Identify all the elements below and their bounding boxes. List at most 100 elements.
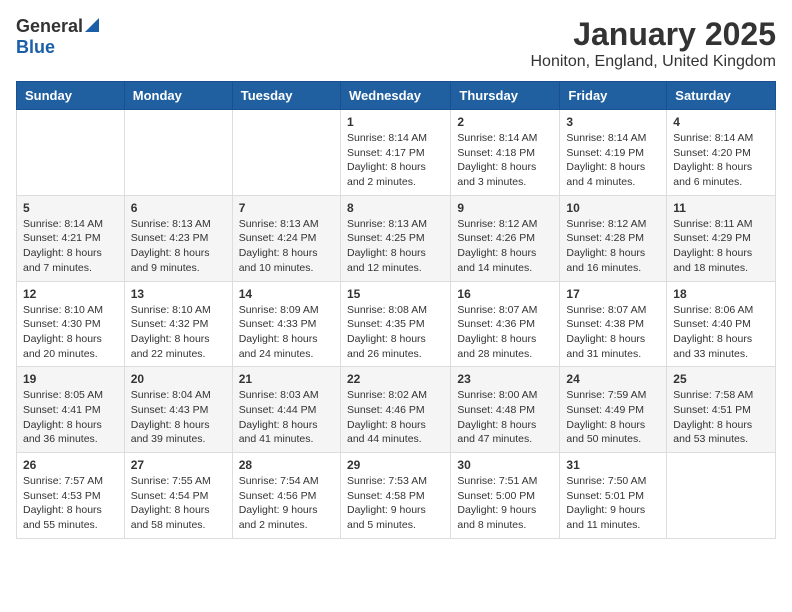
calendar-header-row: SundayMondayTuesdayWednesdayThursdayFrid… (17, 82, 776, 110)
calendar-week-row: 19 Sunrise: 8:05 AM Sunset: 4:41 PM Dayli… (17, 367, 776, 453)
day-number: 8 (347, 201, 444, 215)
day-detail: Sunrise: 8:14 AM Sunset: 4:19 PM Dayligh… (566, 131, 660, 190)
day-detail: Sunrise: 8:03 AM Sunset: 4:44 PM Dayligh… (239, 388, 334, 447)
day-number: 3 (566, 115, 660, 129)
day-number: 6 (131, 201, 226, 215)
weekday-header: Thursday (451, 82, 560, 110)
day-detail: Sunrise: 7:59 AM Sunset: 4:49 PM Dayligh… (566, 388, 660, 447)
calendar-week-row: 5Sunrise: 8:14 AM Sunset: 4:21 PM Daylig… (17, 195, 776, 281)
day-number: 4 (673, 115, 769, 129)
day-number: 23 (457, 372, 553, 386)
logo: General Blue (16, 16, 99, 58)
weekday-header: Tuesday (232, 82, 340, 110)
weekday-header: Saturday (667, 82, 776, 110)
day-detail: Sunrise: 8:13 AM Sunset: 4:25 PM Dayligh… (347, 217, 444, 276)
day-detail: Sunrise: 7:54 AM Sunset: 4:56 PM Dayligh… (239, 474, 334, 533)
day-number: 22 (347, 372, 444, 386)
day-detail: Sunrise: 8:10 AM Sunset: 4:32 PM Dayligh… (131, 303, 226, 362)
title-section: January 2025 Honiton, England, United Ki… (531, 16, 777, 71)
calendar-cell: 5Sunrise: 8:14 AM Sunset: 4:21 PM Daylig… (17, 195, 125, 281)
day-number: 18 (673, 287, 769, 301)
calendar-cell: 15 Sunrise: 8:08 AM Sunset: 4:35 PM Dayli… (340, 281, 450, 367)
day-number: 19 (23, 372, 118, 386)
day-number: 26 (23, 458, 118, 472)
day-number: 7 (239, 201, 334, 215)
logo-triangle-icon (85, 18, 99, 37)
calendar-week-row: 26Sunrise: 7:57 AM Sunset: 4:53 PM Dayli… (17, 453, 776, 539)
calendar-cell: 23 Sunrise: 8:00 AM Sunset: 4:48 PM Dayli… (451, 367, 560, 453)
weekday-header: Friday (560, 82, 667, 110)
day-number: 20 (131, 372, 226, 386)
day-detail: Sunrise: 8:14 AM Sunset: 4:20 PM Dayligh… (673, 131, 769, 190)
calendar-cell: 25Sunrise: 7:58 AM Sunset: 4:51 PM Dayli… (667, 367, 776, 453)
calendar-cell: 17Sunrise: 8:07 AM Sunset: 4:38 PM Dayli… (560, 281, 667, 367)
day-number: 1 (347, 115, 444, 129)
day-number: 14 (239, 287, 334, 301)
day-number: 29 (347, 458, 444, 472)
calendar-cell: 16Sunrise: 8:07 AM Sunset: 4:36 PM Dayli… (451, 281, 560, 367)
calendar-cell: 6 Sunrise: 8:13 AM Sunset: 4:23 PM Daylig… (124, 195, 232, 281)
calendar-cell: 24 Sunrise: 7:59 AM Sunset: 4:49 PM Dayli… (560, 367, 667, 453)
calendar-cell: 18 Sunrise: 8:06 AM Sunset: 4:40 PM Dayli… (667, 281, 776, 367)
day-number: 11 (673, 201, 769, 215)
calendar-cell: 19 Sunrise: 8:05 AM Sunset: 4:41 PM Dayli… (17, 367, 125, 453)
weekday-header: Sunday (17, 82, 125, 110)
weekday-header: Monday (124, 82, 232, 110)
day-detail: Sunrise: 7:55 AM Sunset: 4:54 PM Dayligh… (131, 474, 226, 533)
day-detail: Sunrise: 7:51 AM Sunset: 5:00 PM Dayligh… (457, 474, 553, 533)
calendar-cell: 29 Sunrise: 7:53 AM Sunset: 4:58 PM Dayli… (340, 453, 450, 539)
day-detail: Sunrise: 8:12 AM Sunset: 4:28 PM Dayligh… (566, 217, 660, 276)
logo-general: General (16, 16, 83, 37)
day-detail: Sunrise: 8:13 AM Sunset: 4:23 PM Dayligh… (131, 217, 226, 276)
calendar-cell: 26Sunrise: 7:57 AM Sunset: 4:53 PM Dayli… (17, 453, 125, 539)
calendar-cell: 8 Sunrise: 8:13 AM Sunset: 4:25 PM Daylig… (340, 195, 450, 281)
day-detail: Sunrise: 8:04 AM Sunset: 4:43 PM Dayligh… (131, 388, 226, 447)
calendar-cell (667, 453, 776, 539)
calendar-cell: 20 Sunrise: 8:04 AM Sunset: 4:43 PM Dayli… (124, 367, 232, 453)
calendar-cell: 31Sunrise: 7:50 AM Sunset: 5:01 PM Dayli… (560, 453, 667, 539)
month-title: January 2025 (531, 16, 777, 53)
day-detail: Sunrise: 7:58 AM Sunset: 4:51 PM Dayligh… (673, 388, 769, 447)
calendar-week-row: 12Sunrise: 8:10 AM Sunset: 4:30 PM Dayli… (17, 281, 776, 367)
day-detail: Sunrise: 8:11 AM Sunset: 4:29 PM Dayligh… (673, 217, 769, 276)
calendar-cell (17, 110, 125, 196)
calendar-cell: 11 Sunrise: 8:11 AM Sunset: 4:29 PM Dayli… (667, 195, 776, 281)
day-number: 17 (566, 287, 660, 301)
calendar-cell: 7Sunrise: 8:13 AM Sunset: 4:24 PM Daylig… (232, 195, 340, 281)
location-title: Honiton, England, United Kingdom (531, 53, 777, 71)
day-detail: Sunrise: 8:12 AM Sunset: 4:26 PM Dayligh… (457, 217, 553, 276)
day-detail: Sunrise: 8:05 AM Sunset: 4:41 PM Dayligh… (23, 388, 118, 447)
day-number: 28 (239, 458, 334, 472)
day-detail: Sunrise: 8:08 AM Sunset: 4:35 PM Dayligh… (347, 303, 444, 362)
day-detail: Sunrise: 8:00 AM Sunset: 4:48 PM Dayligh… (457, 388, 553, 447)
day-number: 13 (131, 287, 226, 301)
calendar-cell: 2 Sunrise: 8:14 AM Sunset: 4:18 PM Daylig… (451, 110, 560, 196)
day-number: 24 (566, 372, 660, 386)
day-detail: Sunrise: 7:50 AM Sunset: 5:01 PM Dayligh… (566, 474, 660, 533)
calendar-cell: 12Sunrise: 8:10 AM Sunset: 4:30 PM Dayli… (17, 281, 125, 367)
page-header: General Blue January 2025 Honiton, Engla… (16, 16, 776, 71)
day-detail: Sunrise: 8:06 AM Sunset: 4:40 PM Dayligh… (673, 303, 769, 362)
day-number: 27 (131, 458, 226, 472)
calendar-cell: 10Sunrise: 8:12 AM Sunset: 4:28 PM Dayli… (560, 195, 667, 281)
day-number: 15 (347, 287, 444, 301)
calendar-cell: 9 Sunrise: 8:12 AM Sunset: 4:26 PM Daylig… (451, 195, 560, 281)
calendar-cell: 22 Sunrise: 8:02 AM Sunset: 4:46 PM Dayli… (340, 367, 450, 453)
calendar-cell: 30 Sunrise: 7:51 AM Sunset: 5:00 PM Dayli… (451, 453, 560, 539)
day-number: 9 (457, 201, 553, 215)
day-detail: Sunrise: 8:14 AM Sunset: 4:18 PM Dayligh… (457, 131, 553, 190)
calendar-cell: 13 Sunrise: 8:10 AM Sunset: 4:32 PM Dayli… (124, 281, 232, 367)
day-detail: Sunrise: 8:14 AM Sunset: 4:17 PM Dayligh… (347, 131, 444, 190)
day-detail: Sunrise: 8:10 AM Sunset: 4:30 PM Dayligh… (23, 303, 118, 362)
day-number: 16 (457, 287, 553, 301)
day-detail: Sunrise: 8:09 AM Sunset: 4:33 PM Dayligh… (239, 303, 334, 362)
calendar-cell (232, 110, 340, 196)
calendar-cell: 4 Sunrise: 8:14 AM Sunset: 4:20 PM Daylig… (667, 110, 776, 196)
calendar-cell: 14 Sunrise: 8:09 AM Sunset: 4:33 PM Dayli… (232, 281, 340, 367)
calendar-week-row: 1 Sunrise: 8:14 AM Sunset: 4:17 PM Daylig… (17, 110, 776, 196)
day-detail: Sunrise: 7:53 AM Sunset: 4:58 PM Dayligh… (347, 474, 444, 533)
day-number: 30 (457, 458, 553, 472)
calendar-cell: 28 Sunrise: 7:54 AM Sunset: 4:56 PM Dayli… (232, 453, 340, 539)
day-number: 2 (457, 115, 553, 129)
day-detail: Sunrise: 8:02 AM Sunset: 4:46 PM Dayligh… (347, 388, 444, 447)
